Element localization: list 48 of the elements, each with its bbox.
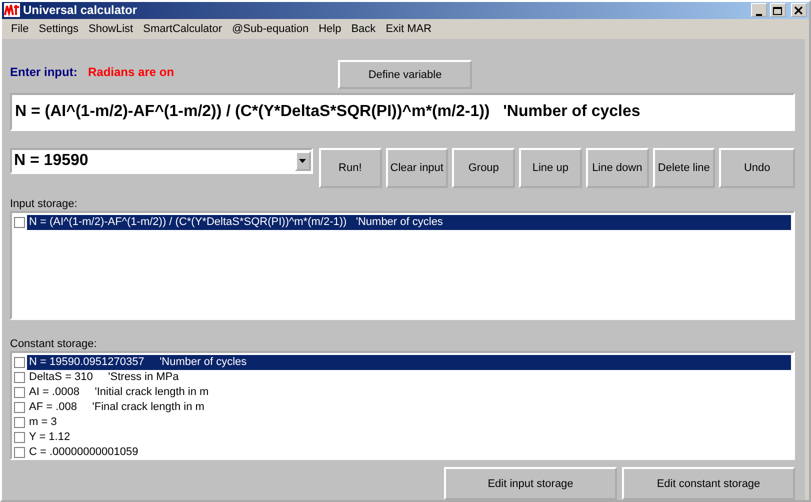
list-item[interactable]: N = 19590.0951270357 'Number of cycles <box>27 355 791 370</box>
list-item[interactable]: AI = .0008 'Initial crack length in m <box>27 385 791 400</box>
app-logo-icon <box>4 3 20 18</box>
toolbar-button[interactable]: Group <box>452 148 516 188</box>
minimize-button[interactable] <box>751 3 767 18</box>
checkbox[interactable] <box>14 402 25 413</box>
window-title: Universal calculator <box>23 3 138 18</box>
section-label: Constant storage: <box>10 338 98 350</box>
toolbar-button[interactable]: Line up <box>519 148 582 188</box>
checkbox[interactable] <box>14 417 25 428</box>
list-item[interactable]: N = (AI^(1-m/2)-AF^(1-m/2)) / (C*(Y*DeltaS*SQR(PI))^m*(m/2-1)) 'Number of cycles <box>27 215 791 230</box>
list-item[interactable]: AF = .008 'Final crack length in m <box>27 400 791 415</box>
menu-item[interactable]: File <box>6 22 34 35</box>
result-combo[interactable]: N = 19590 <box>10 148 313 174</box>
checkbox[interactable] <box>14 432 25 443</box>
maximize-button[interactable] <box>770 3 786 18</box>
toolbar-button[interactable]: Undo <box>719 148 795 188</box>
toolbar-button[interactable]: Run! <box>318 148 382 188</box>
list-item[interactable]: m = 3 <box>27 415 791 430</box>
close-icon <box>793 6 805 16</box>
mode-status: Radians are on <box>88 65 176 81</box>
edit-storage-button[interactable]: Edit constant storage <box>622 467 795 500</box>
checkbox[interactable] <box>14 372 25 383</box>
menu-item[interactable]: SmartCalculator <box>138 22 227 35</box>
list-item[interactable]: C = .00000000001059 <box>27 445 791 460</box>
minimize-icon <box>756 14 762 16</box>
define-variable-button[interactable]: Define variable <box>338 60 472 89</box>
menu-item[interactable]: Back <box>346 22 381 35</box>
list-item[interactable]: Y = 1.12 <box>27 430 791 445</box>
close-button[interactable] <box>791 3 807 18</box>
menu-item[interactable]: Exit MAR <box>380 22 437 35</box>
checkbox[interactable] <box>14 387 25 398</box>
input-label: Enter input: <box>10 65 74 81</box>
menu-item[interactable]: Help <box>314 22 346 35</box>
toolbar-button[interactable]: Line down <box>586 148 649 188</box>
checkbox[interactable] <box>14 447 25 458</box>
input-field[interactable]: N = (AI^(1-m/2)-AF^(1-m/2)) / (C*(Y*DeltaS*SQR(PI))^m*(m/2-1)) 'Number of cycles <box>10 93 795 131</box>
maximize-icon <box>772 6 784 16</box>
checkbox[interactable] <box>14 357 25 368</box>
toolbar-button[interactable]: Delete line <box>652 148 716 188</box>
menu-item[interactable]: @Sub-equation <box>226 22 314 35</box>
menu-item[interactable]: ShowList <box>83 22 138 35</box>
toolbar-button[interactable]: Clear input <box>386 148 448 188</box>
menu-item[interactable]: Settings <box>34 22 84 35</box>
section-label: Input storage: <box>10 198 78 210</box>
checkbox[interactable] <box>14 217 25 228</box>
list-item[interactable]: DeltaS = 310 'Stress in MPa <box>27 370 791 385</box>
edit-storage-button[interactable]: Edit input storage <box>444 467 617 500</box>
